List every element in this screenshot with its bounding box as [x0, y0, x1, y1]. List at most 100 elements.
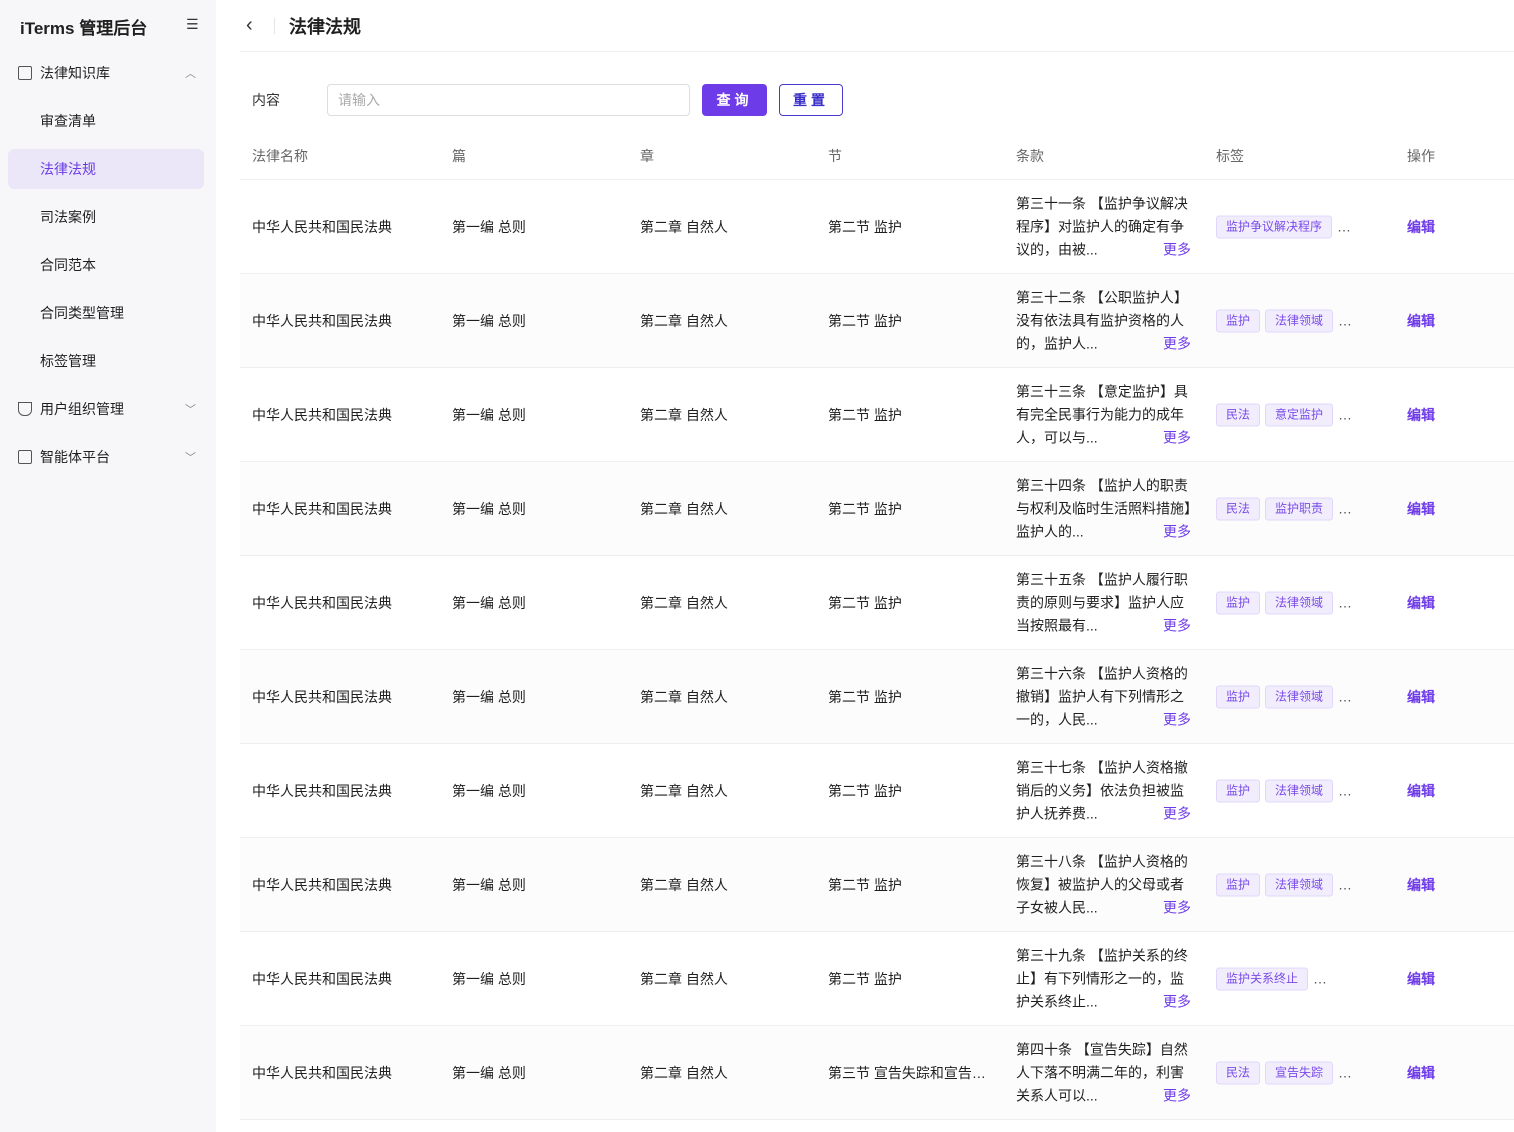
tag-badge: 法律领域: [1265, 685, 1334, 708]
chapter: 第二章 自然人: [640, 688, 728, 705]
col-tags: 标签: [1216, 147, 1244, 164]
law-name: 中华人民共和国民法典: [252, 312, 392, 329]
more-tags-icon[interactable]: …: [1313, 971, 1327, 987]
tags-cell: 监护 法律领域…: [1216, 591, 1352, 614]
nav-group-user-org[interactable]: 用户组织管理 ﹀: [0, 389, 216, 429]
col-chapter: 章: [640, 147, 654, 164]
tag-badge: 监护争议解决程序: [1216, 215, 1333, 238]
part: 第一编 总则: [452, 312, 526, 329]
more-tags-icon[interactable]: …: [1338, 407, 1352, 423]
section: 第二节 监护: [828, 500, 902, 517]
edit-link[interactable]: 编辑: [1407, 593, 1435, 613]
reset-button[interactable]: 重置: [779, 84, 843, 116]
filter-bar: 内容 查询 重置: [252, 84, 843, 116]
chapter: 第二章 自然人: [640, 500, 728, 517]
section: 第二节 监护: [828, 312, 902, 329]
more-tags-icon[interactable]: …: [1338, 501, 1352, 517]
query-button[interactable]: 查询: [702, 84, 767, 116]
section: 第二节 监护: [828, 876, 902, 893]
part: 第一编 总则: [452, 688, 526, 705]
section: 第三节 宣告失踪和宣告死亡: [828, 1064, 988, 1081]
clause-cell: 第三十七条 【监护人资格撤销后的义务】依法负担被监护人抚养费... 更多: [1016, 756, 1191, 825]
part: 第一编 总则: [452, 970, 526, 987]
more-tags-icon[interactable]: …: [1338, 783, 1352, 799]
back-icon[interactable]: ‹: [246, 14, 268, 37]
more-tags-icon[interactable]: …: [1337, 219, 1351, 235]
tags-cell: 监护 法律领域…: [1216, 685, 1352, 708]
more-tags-icon[interactable]: …: [1338, 689, 1352, 705]
clause-cell: 第三十四条 【监护人的职责与权利及临时生活照料措施】监护人的... 更多: [1016, 474, 1191, 543]
collapse-menu-icon[interactable]: ☰: [186, 17, 202, 31]
more-link[interactable]: 更多: [1157, 708, 1191, 731]
section: 第二节 监护: [828, 406, 902, 423]
chapter: 第二章 自然人: [640, 594, 728, 611]
law-name: 中华人民共和国民法典: [252, 782, 392, 799]
more-link[interactable]: 更多: [1157, 1084, 1191, 1107]
part: 第一编 总则: [452, 782, 526, 799]
nav-group-agent-platform[interactable]: 智能体平台 ﹀: [0, 437, 216, 477]
law-name: 中华人民共和国民法典: [252, 970, 392, 987]
table-row: 中华人民共和国民法典 第一编 总则 第二章 自然人 第二节 监护 第三十四条 【…: [240, 462, 1514, 556]
more-tags-icon[interactable]: …: [1338, 313, 1352, 329]
content-label: 内容: [252, 92, 280, 108]
more-tags-icon[interactable]: …: [1338, 595, 1352, 611]
edit-link[interactable]: 编辑: [1407, 1063, 1435, 1083]
clause-cell: 第三十五条 【监护人履行职责的原则与要求】监护人应当按照最有... 更多: [1016, 568, 1191, 637]
nav-group-legal-knowledge[interactable]: 法律知识库 ︿: [0, 53, 216, 93]
clause-cell: 第三十一条 【监护争议解决程序】对监护人的确定有争议的，由被... 更多: [1016, 192, 1191, 261]
sidebar-item[interactable]: 合同类型管理: [8, 293, 204, 333]
tag-badge: 监护关系终止: [1216, 967, 1309, 990]
brand-title: iTerms 管理后台: [20, 19, 148, 38]
sidebar-item[interactable]: 司法案例: [8, 197, 204, 237]
table-row: 中华人民共和国民法典 第一编 总则 第二章 自然人 第二节 监护 第三十三条 【…: [240, 368, 1514, 462]
clause-cell: 第三十八条 【监护人资格的恢复】被监护人的父母或者子女被人民... 更多: [1016, 850, 1191, 919]
tag-badge: 法律领域: [1265, 591, 1334, 614]
law-name: 中华人民共和国民法典: [252, 406, 392, 423]
nav-group-label: 用户组织管理: [40, 401, 124, 417]
tags-cell: 监护 法律领域…: [1216, 779, 1352, 802]
more-tags-icon[interactable]: …: [1338, 877, 1352, 893]
chapter: 第二章 自然人: [640, 782, 728, 799]
table-row: 中华人民共和国民法典 第一编 总则 第二章 自然人 第二节 监护 第三十一条 【…: [240, 180, 1514, 274]
edit-link[interactable]: 编辑: [1407, 217, 1435, 237]
edit-link[interactable]: 编辑: [1407, 969, 1435, 989]
more-link[interactable]: 更多: [1157, 332, 1191, 355]
section: 第二节 监护: [828, 782, 902, 799]
law-name: 中华人民共和国民法典: [252, 1064, 392, 1081]
edit-link[interactable]: 编辑: [1407, 781, 1435, 801]
edit-link[interactable]: 编辑: [1407, 875, 1435, 895]
section: 第二节 监护: [828, 688, 902, 705]
col-part: 篇: [452, 147, 466, 164]
col-law-name: 法律名称: [252, 147, 308, 164]
more-link[interactable]: 更多: [1157, 990, 1191, 1013]
more-link[interactable]: 更多: [1157, 896, 1191, 919]
sidebar-item[interactable]: 标签管理: [8, 341, 204, 381]
edit-link[interactable]: 编辑: [1407, 405, 1435, 425]
col-actions: 操作: [1407, 147, 1435, 164]
table-row: 中华人民共和国民法典 第一编 总则 第二章 自然人 第二节 监护 第三十六条 【…: [240, 650, 1514, 744]
table-row: 中华人民共和国民法典 第一编 总则 第二章 自然人 第二节 监护 第三十二条 【…: [240, 274, 1514, 368]
table-header: 法律名称 篇 章 节 条款 标签 操作: [240, 132, 1514, 180]
shield-icon: [18, 402, 32, 416]
more-link[interactable]: 更多: [1157, 426, 1191, 449]
edit-link[interactable]: 编辑: [1407, 499, 1435, 519]
more-link[interactable]: 更多: [1157, 614, 1191, 637]
section: 第二节 监护: [828, 970, 902, 987]
edit-link[interactable]: 编辑: [1407, 687, 1435, 707]
law-name: 中华人民共和国民法典: [252, 688, 392, 705]
table-row: 中华人民共和国民法典 第一编 总则 第二章 自然人 第二节 监护 第三十八条 【…: [240, 838, 1514, 932]
more-link[interactable]: 更多: [1157, 802, 1191, 825]
tags-cell: 民法 意定监护…: [1216, 403, 1352, 426]
chapter: 第二章 自然人: [640, 406, 728, 423]
edit-link[interactable]: 编辑: [1407, 311, 1435, 331]
more-link[interactable]: 更多: [1157, 238, 1191, 261]
more-link[interactable]: 更多: [1157, 520, 1191, 543]
sidebar-item[interactable]: 审查清单: [8, 101, 204, 141]
tags-cell: 监护关系终止…: [1216, 967, 1327, 990]
col-clause: 条款: [1016, 147, 1044, 164]
more-tags-icon[interactable]: …: [1338, 1065, 1352, 1081]
sidebar-item[interactable]: 合同范本: [8, 245, 204, 285]
content-input[interactable]: [327, 84, 690, 116]
clause-cell: 第三十二条 【公职监护人】没有依法具有监护资格的人的，监护人... 更多: [1016, 286, 1191, 355]
sidebar-item[interactable]: 法律法规: [8, 149, 204, 189]
